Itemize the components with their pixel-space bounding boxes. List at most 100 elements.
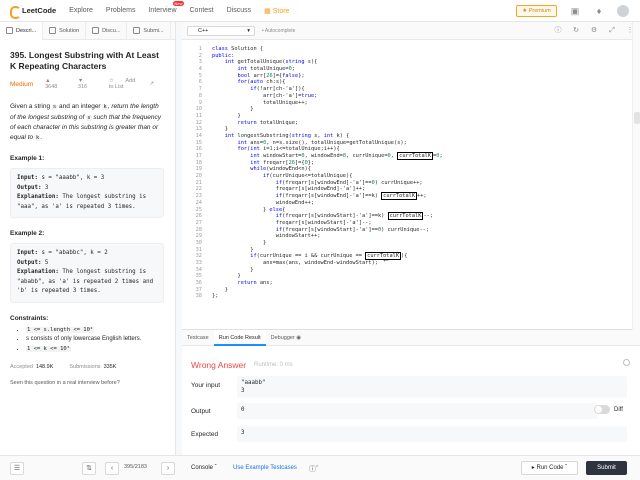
code-line[interactable]: 23 if(freqarr[s[windowEnd]-'a']==k) curr… xyxy=(182,192,632,201)
use-example-testcases-link[interactable]: Use Example Testcases xyxy=(233,465,297,471)
code-line[interactable]: 5 bool arr[26]={false}; xyxy=(182,73,632,80)
nav-contest[interactable]: Contest xyxy=(190,7,214,14)
code-line[interactable]: 28 if(freqarr[s[windowStart]-'a']==0) cu… xyxy=(182,227,632,234)
code-line[interactable]: 36 return ans; xyxy=(182,280,632,287)
logo[interactable]: LeetCode xyxy=(9,5,56,19)
submit-button[interactable]: Submit xyxy=(586,461,627,475)
editor-scrollbar[interactable] xyxy=(632,22,640,329)
nav-store-label: Store xyxy=(272,7,290,15)
code-line[interactable]: 15 int ans=0, n=s.size(), totalUnique=ge… xyxy=(182,140,632,147)
tab-submissions[interactable]: Submi... xyxy=(127,21,171,40)
code-line[interactable]: 3 int getTotalUnique(string s){ xyxy=(182,59,632,66)
run-code-button[interactable]: ▸ Run Code ˆ xyxy=(521,461,578,475)
avatar[interactable] xyxy=(617,5,629,17)
code-token: ++; xyxy=(413,179,423,186)
nav-explore[interactable]: Explore xyxy=(69,7,93,14)
code-text: if(freqarr[s[windowStart]-'a']==k) currT… xyxy=(212,212,433,221)
nav-interview[interactable]: Interview New xyxy=(148,1,184,14)
accepted-value: 148.9K xyxy=(35,364,54,370)
code-line[interactable]: 12 return totalUnique; xyxy=(182,120,632,127)
code-line[interactable]: 14 int longestSubstring(string s, int k)… xyxy=(182,133,632,140)
code-line[interactable]: 13 } xyxy=(182,126,632,133)
code-line[interactable]: 38}; xyxy=(182,293,632,300)
problem-list-icon[interactable]: ☰ xyxy=(10,462,24,475)
code-area[interactable]: 1 class Solution {2 public: 3 int getTotalU… xyxy=(182,46,632,300)
code-line[interactable]: 8 arr[ch-'a']=true; xyxy=(182,93,632,100)
code-line[interactable]: 27 freqarr[s[windowStart]-'a']--; xyxy=(182,220,632,227)
next-problem-icon[interactable]: › xyxy=(161,462,175,475)
code-token: freqarr xyxy=(275,186,299,193)
scrollbar-thumb[interactable] xyxy=(634,112,640,124)
share-icon[interactable]: ↗ xyxy=(149,81,154,87)
console-panel: Testcase Run Code Result Debugger ◉ Wron… xyxy=(182,329,640,455)
nav-problems[interactable]: Problems xyxy=(106,7,136,14)
tab-description[interactable]: Descri... xyxy=(0,21,44,40)
value: 5 xyxy=(41,259,49,266)
diff-toggle[interactable] xyxy=(594,405,610,414)
tab-testcase[interactable]: Testcase xyxy=(182,330,214,346)
code-line[interactable]: 32 if(currUnique == i && currUnique == c… xyxy=(182,252,632,261)
code-token: ++; xyxy=(310,233,321,240)
line-number: 37 xyxy=(195,286,202,293)
code-line[interactable]: 11 } xyxy=(182,113,632,120)
code-line[interactable]: 18 int freqarr[26]={0}; xyxy=(182,160,632,167)
tab-solution[interactable]: Solution xyxy=(43,21,87,40)
console-button[interactable]: Console ˆ xyxy=(191,465,217,471)
code-token: int xyxy=(224,59,235,66)
example1-input: Input: s = "aaabb", k = 3 xyxy=(17,174,157,184)
code-line[interactable]: 29 windowStart++; xyxy=(182,233,632,240)
code-token: totalUnique xyxy=(310,173,346,180)
input-line: 3 xyxy=(241,388,245,394)
result-info-icon[interactable] xyxy=(623,359,630,366)
info-icon[interactable]: ⓘ xyxy=(553,26,563,36)
nav-store[interactable]: ▦ Store xyxy=(264,7,289,15)
help-icon[interactable]: ⓘˆ xyxy=(309,464,318,474)
problem-panel: Descri... Solution Discu... Submi... 395… xyxy=(0,21,176,455)
reset-icon[interactable]: ↻ xyxy=(571,26,581,36)
tab-discuss[interactable]: Discu... xyxy=(86,21,128,40)
code-line[interactable]: 1 class Solution { xyxy=(182,46,632,53)
code-line[interactable]: 30 } xyxy=(182,240,632,247)
add-to-list-button[interactable]: ☆ Add to List xyxy=(109,78,139,90)
code-line[interactable]: 26 if(freqarr[s[windowStart]-'a']==k) cu… xyxy=(182,212,632,221)
line-number: 35 xyxy=(195,273,202,280)
code-text: int getTotalUnique(string s){ xyxy=(212,59,318,66)
code-line[interactable]: 17 int windowStart=0, windowEnd=0, currU… xyxy=(182,152,632,160)
code-line[interactable]: 4 int totalUnique=0; xyxy=(182,66,632,73)
code-line[interactable]: 24 windowEnd++; xyxy=(182,200,632,207)
code-token: totalUnique xyxy=(259,119,295,126)
premium-button[interactable]: ★ Premium xyxy=(516,5,557,17)
code-line[interactable]: 35 } xyxy=(182,273,632,280)
code-token: windowEnd xyxy=(304,260,334,266)
shuffle-icon[interactable]: ⇅ xyxy=(82,462,96,475)
code-token: } xyxy=(212,266,254,273)
nav-discuss[interactable]: Discuss xyxy=(227,7,252,14)
code-line[interactable]: 7 if(!arr[ch-'a']){ xyxy=(182,86,632,93)
code-line[interactable]: 10 } xyxy=(182,106,632,113)
dislike-button[interactable]: ▼ 316 xyxy=(78,78,99,90)
notification-bell-icon[interactable]: ♦ xyxy=(593,5,605,17)
fullscreen-icon[interactable]: ⤢ xyxy=(607,26,617,36)
autocomplete-toggle[interactable]: • Autocomplete xyxy=(262,28,295,34)
playground-icon[interactable]: ▣ xyxy=(569,5,581,17)
code-line[interactable]: 19 while(windowEnd<n){ xyxy=(182,166,632,173)
code-line[interactable]: 33 ans=max(ans, windowEnd-windowStart); xyxy=(182,260,632,267)
code-line[interactable]: 9 totalUnique++; xyxy=(182,100,632,107)
code-line[interactable]: 37 } xyxy=(182,287,632,294)
like-button[interactable]: ▲ 3648 xyxy=(45,78,68,90)
code-line[interactable]: 6 for(auto ch:s){ xyxy=(182,79,632,86)
prev-problem-icon[interactable]: ‹ xyxy=(105,462,119,475)
code-token: } xyxy=(212,286,228,293)
code-token: size xyxy=(285,139,299,146)
tab-debugger[interactable]: Debugger ◉ xyxy=(266,330,307,346)
code-line[interactable]: 21 if(freqarr[s[windowEnd]-'a']==0) curr… xyxy=(182,180,632,187)
settings-icon[interactable]: ⚙ xyxy=(589,26,599,36)
right-bottom-bar: Console ˆ Use Example Testcases ⓘˆ ▸ Run… xyxy=(182,455,640,480)
tab-run-code-result[interactable]: Run Code Result xyxy=(213,329,266,346)
code-line[interactable]: 20 if(currUnique<=totalUnique){ xyxy=(182,173,632,180)
code-line[interactable]: 2 public: xyxy=(182,53,632,60)
language-select[interactable]: C++ ▾ xyxy=(187,26,255,36)
code-line[interactable]: 34 } xyxy=(182,267,632,274)
